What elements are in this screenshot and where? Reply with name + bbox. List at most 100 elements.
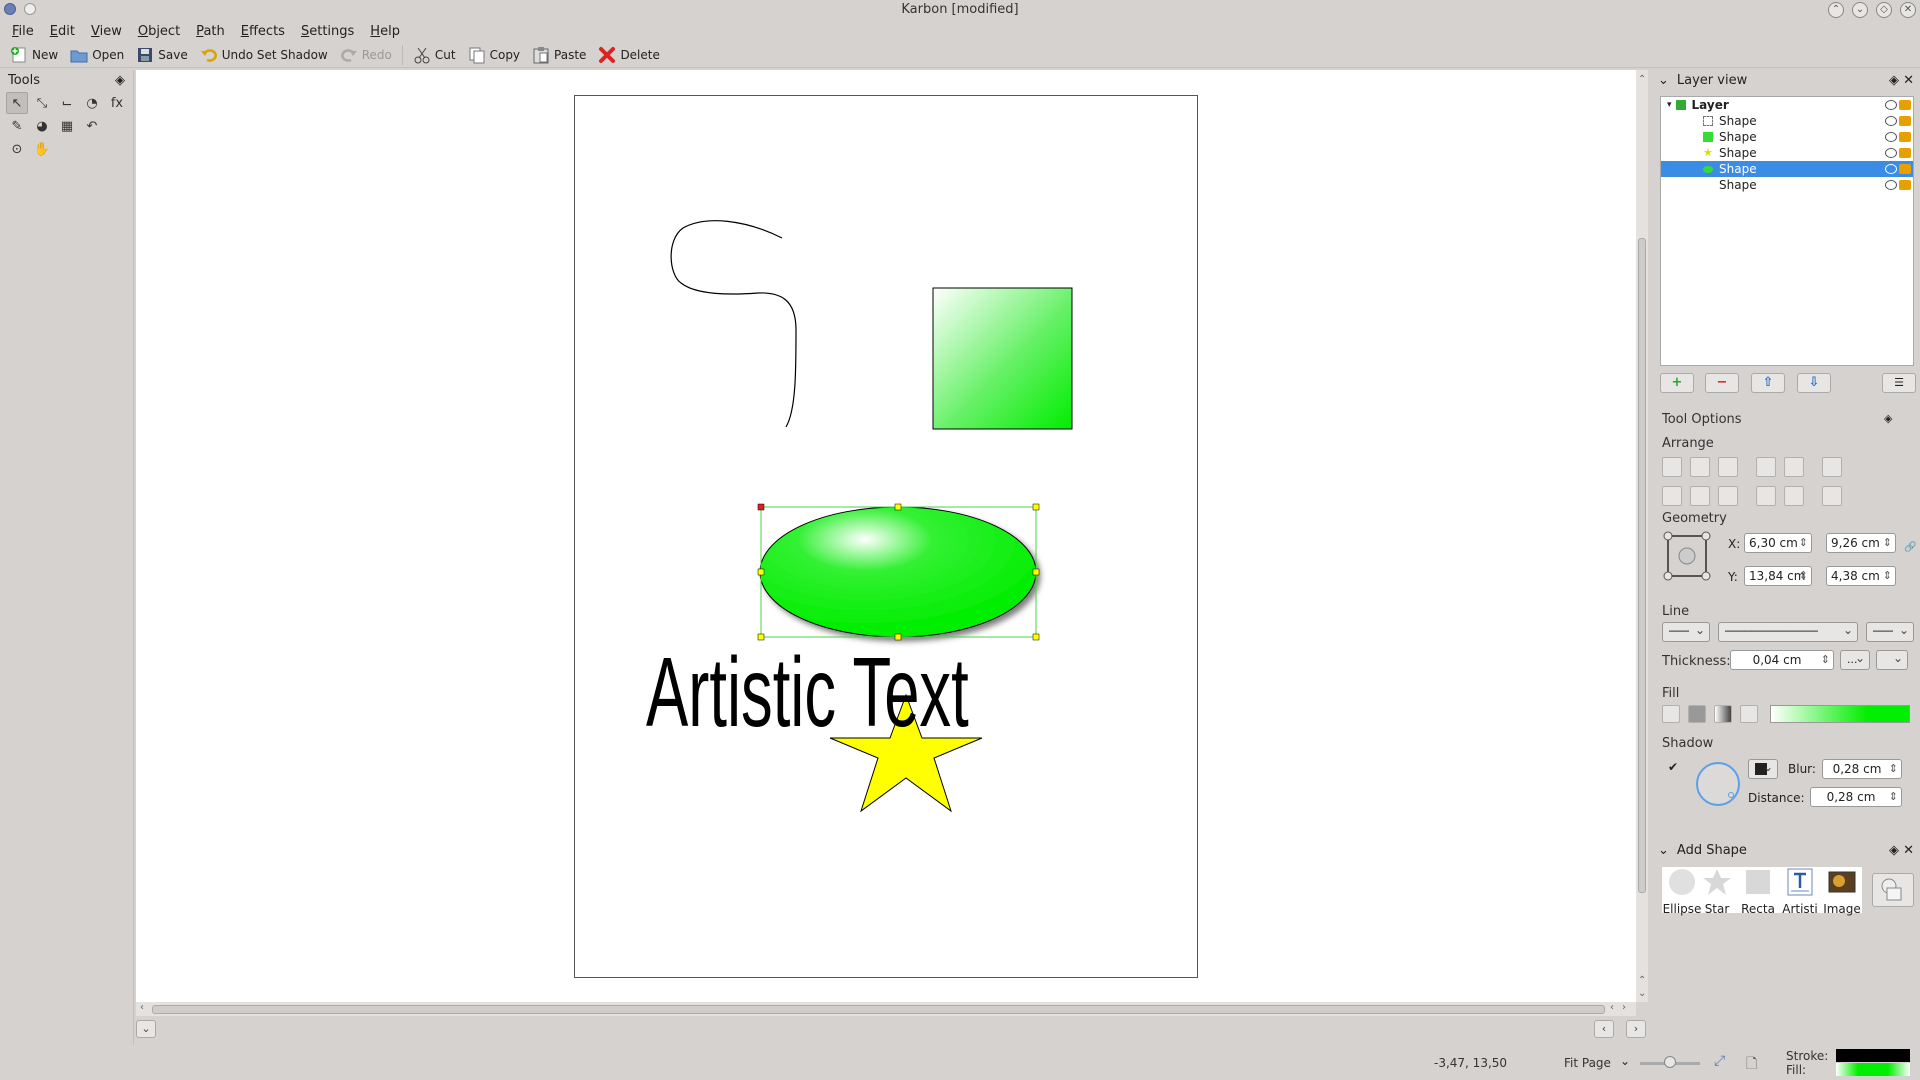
shape-row[interactable]: ★ Shape — [1661, 145, 1913, 161]
zoom-mode-select[interactable]: Fit Page — [1564, 1056, 1611, 1070]
keep-above-icon[interactable]: ⌃ — [1828, 2, 1844, 18]
shape-row[interactable]: Shape — [1661, 129, 1913, 145]
collapse-docker-icon[interactable]: ⌄ — [1658, 843, 1669, 858]
vertical-scrollbar[interactable]: ⌃ ⌃ ⌄ — [1636, 70, 1648, 1002]
menu-path[interactable]: Path — [188, 24, 233, 39]
float-docker-icon[interactable]: ◈ — [1889, 843, 1899, 858]
layer-row[interactable]: ▾ Layer — [1661, 97, 1913, 113]
scroll-up-bottom-icon[interactable]: ⌃ — [1638, 975, 1646, 986]
lock-icon[interactable] — [1899, 132, 1911, 142]
zoom-page-icon[interactable]: 🗋 — [1746, 1053, 1757, 1077]
menu-help[interactable]: Help — [362, 24, 408, 39]
close-icon[interactable]: ✕ — [1900, 2, 1916, 18]
close-docker-icon[interactable]: ✕ — [1903, 73, 1914, 88]
align-top-icon[interactable] — [1662, 486, 1682, 506]
calligraphy-tool-icon[interactable]: ⌙ — [56, 92, 78, 114]
lock-icon[interactable] — [1899, 116, 1911, 126]
zoom-tool-icon[interactable]: ⊙ — [6, 138, 28, 160]
distance-field[interactable]: 0,28 cm — [1810, 787, 1902, 807]
path-tool-icon[interactable]: ↶ — [81, 115, 103, 137]
maximize-icon[interactable]: ◇ — [1876, 2, 1892, 18]
freehand-path[interactable] — [670, 220, 797, 428]
lock-icon[interactable] — [1899, 180, 1911, 190]
selection-handle-top-left[interactable] — [757, 503, 765, 511]
horizontal-scrollbar[interactable]: ‹ ‹ › — [136, 1002, 1636, 1016]
shadow-enabled-checkbox[interactable]: ✔ — [1668, 761, 1682, 775]
edit-path-tool-icon[interactable]: ⤡ — [31, 92, 53, 114]
line-options-button[interactable]: ... — [1840, 649, 1870, 670]
ungroup-icon[interactable] — [1822, 486, 1842, 506]
float-docker-icon[interactable]: ◈ — [1889, 73, 1899, 88]
zoom-slider-handle[interactable] — [1664, 1056, 1676, 1068]
pattern-tool-icon[interactable]: ▦ — [56, 115, 78, 137]
gradient-rectangle[interactable] — [932, 287, 1073, 430]
delete-button[interactable]: Delete — [592, 44, 665, 66]
align-right-icon[interactable] — [1718, 457, 1738, 477]
selection-handle-right[interactable] — [1032, 568, 1040, 576]
stroke-color-swatch[interactable] — [1836, 1049, 1910, 1062]
save-button[interactable]: Save — [130, 44, 193, 66]
selection-handle-top[interactable] — [894, 503, 902, 511]
bring-to-front-icon[interactable] — [1784, 457, 1804, 477]
visibility-eye-icon[interactable] — [1885, 100, 1897, 110]
send-to-back-icon[interactable] — [1784, 486, 1804, 506]
shape-row-selected[interactable]: Shape — [1661, 161, 1913, 177]
tool-options-float-icon[interactable]: ◈ — [1884, 412, 1892, 425]
visibility-eye-icon[interactable] — [1885, 164, 1897, 174]
scroll-right-icon[interactable]: › — [1622, 1002, 1626, 1013]
star-shape-item[interactable]: Star — [1700, 867, 1734, 916]
artistic-text[interactable]: Artistic Text — [646, 637, 969, 748]
expand-collapse-icon[interactable]: ▾ — [1667, 100, 1672, 110]
zoom-dropdown-chevron-icon[interactable]: ⌄ — [1620, 1054, 1630, 1068]
selection-handle-top-right[interactable] — [1032, 503, 1040, 511]
layer-tree[interactable]: ▾ Layer Shape Shape ★ Shape Shape Shape — [1660, 96, 1914, 366]
pan-hand-tool-icon[interactable]: ✋ — [31, 138, 53, 160]
align-vcenter-icon[interactable] — [1690, 486, 1710, 506]
scroll-down-icon[interactable]: ⌄ — [1638, 988, 1646, 999]
canvas[interactable]: Artistic Text — [136, 70, 1636, 1002]
shape-row[interactable]: Shape — [1661, 113, 1913, 129]
x-position-field[interactable]: 6,30 cm — [1744, 533, 1812, 553]
align-bottom-icon[interactable] — [1718, 486, 1738, 506]
visibility-eye-icon[interactable] — [1885, 116, 1897, 126]
vertical-scroll-thumb[interactable] — [1638, 238, 1646, 893]
lock-icon[interactable] — [1899, 148, 1911, 158]
shadow-angle-dial[interactable] — [1696, 762, 1740, 806]
shape-row[interactable]: Shape — [1661, 177, 1913, 193]
raise-icon[interactable] — [1756, 457, 1776, 477]
new-button[interactable]: New — [4, 44, 64, 66]
line-end-marker-combo[interactable]: ─── — [1866, 621, 1914, 642]
canvas-menu-chevron-icon[interactable]: ⌄ — [136, 1020, 156, 1038]
line-style-combo[interactable]: ────────────── — [1718, 621, 1858, 642]
scroll-left-icon[interactable]: ‹ — [140, 1002, 144, 1013]
no-fill-icon[interactable] — [1662, 705, 1680, 723]
copy-button[interactable]: Copy — [462, 44, 526, 66]
raise-layer-button[interactable]: ⇧ — [1751, 373, 1785, 393]
menu-file[interactable]: File — [4, 24, 42, 39]
pattern-fill-icon[interactable] — [1740, 705, 1758, 723]
align-left-icon[interactable] — [1662, 457, 1682, 477]
blur-field[interactable]: 0,28 cm — [1822, 759, 1902, 779]
shape-collection-button[interactable] — [1872, 873, 1914, 907]
menu-settings[interactable]: Settings — [293, 24, 362, 39]
anchor-point-selector-icon[interactable] — [1662, 530, 1712, 582]
stroke-color-picker[interactable] — [1876, 649, 1908, 670]
minimize-icon[interactable]: ⌄ — [1852, 2, 1868, 18]
lower-icon[interactable] — [1756, 486, 1776, 506]
visibility-eye-icon[interactable] — [1885, 180, 1897, 190]
image-shape-item[interactable]: Image — [1822, 867, 1862, 916]
horizontal-scroll-thumb[interactable] — [152, 1005, 1605, 1014]
aspect-lock-icon[interactable]: 🔗 — [1904, 542, 1916, 553]
float-docker-icon[interactable]: ◈ — [115, 73, 125, 88]
gradient-tool-icon[interactable]: ◔ — [81, 92, 103, 114]
collapse-docker-icon[interactable]: ⌄ — [1658, 73, 1669, 88]
open-button[interactable]: Open — [64, 44, 130, 66]
solid-fill-icon[interactable] — [1688, 705, 1706, 723]
ellipse-shape-item[interactable]: Ellipse — [1662, 867, 1702, 916]
add-layer-button[interactable]: + — [1660, 373, 1694, 393]
gradient-fill-icon[interactable] — [1714, 705, 1732, 723]
cut-button[interactable]: Cut — [407, 44, 462, 66]
fill-tool-icon[interactable]: ◕ — [31, 115, 53, 137]
line-start-marker-combo[interactable]: ─── — [1662, 621, 1710, 642]
width-field[interactable]: 9,26 cm — [1826, 533, 1896, 553]
